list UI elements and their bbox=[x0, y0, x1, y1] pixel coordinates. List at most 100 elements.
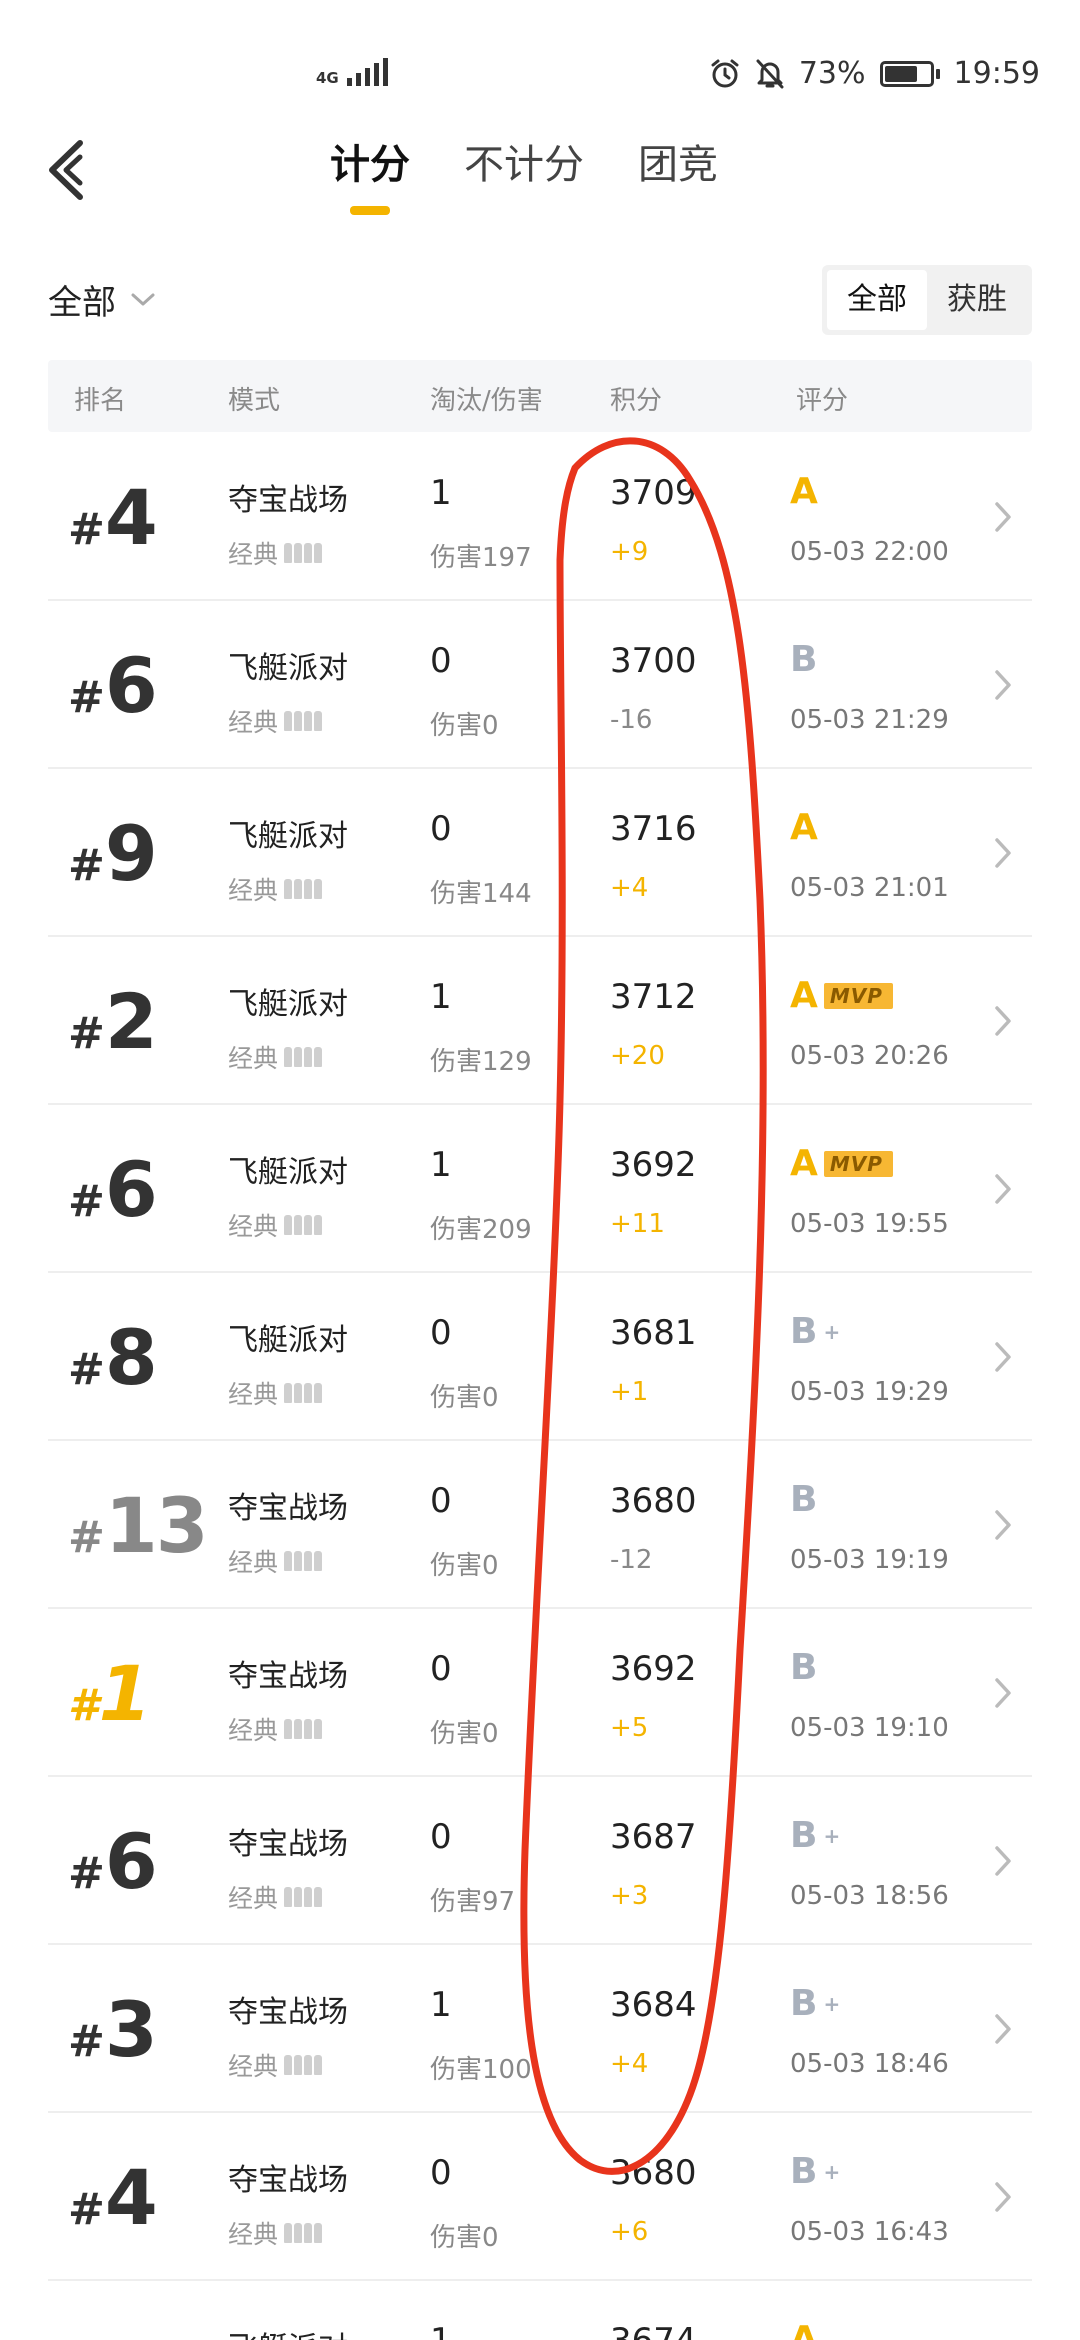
mode-tabs: 计分 不计分 团竞 bbox=[330, 133, 718, 215]
segment-win[interactable]: 获胜 bbox=[927, 270, 1027, 330]
chevron-right-icon bbox=[995, 1678, 1011, 1708]
rating-grade: B + bbox=[790, 1815, 841, 1856]
eliminations: 1 bbox=[430, 1145, 452, 1185]
mode-name: 夺宝战场 bbox=[228, 1659, 348, 1694]
score-delta: +5 bbox=[610, 1713, 649, 1743]
rank-badge: #8 bbox=[68, 1313, 158, 1402]
score: 3692 bbox=[610, 1649, 697, 1689]
eliminations: 0 bbox=[430, 1817, 452, 1857]
mode-type: 经典 bbox=[228, 1375, 323, 1411]
chevron-right-icon bbox=[995, 1174, 1011, 1204]
rank-badge: #4 bbox=[68, 473, 158, 562]
mode-name: 飞艇派对 bbox=[228, 987, 348, 1022]
match-time: 05-03 18:46 bbox=[790, 2049, 949, 2079]
chevron-right-icon bbox=[995, 670, 1011, 700]
match-row[interactable]: #1 夺宝战场 经典 0 伤害0 3692 +5 B 05-03 19:10 bbox=[48, 1609, 1032, 1777]
match-row[interactable]: #13 夺宝战场 经典 0 伤害0 3680 -12 B 05-03 19:19 bbox=[48, 1441, 1032, 1609]
col-score: 积分 bbox=[610, 386, 663, 416]
match-row[interactable]: #4 夺宝战场 经典 0 伤害0 3680 +6 B + 05-03 16:43 bbox=[48, 2113, 1032, 2281]
match-row[interactable]: #8 飞艇派对 经典 0 伤害0 3681 +1 B + 05-03 19:29 bbox=[48, 1273, 1032, 1441]
rank-badge: #3 bbox=[68, 1985, 158, 2074]
tab-ranked[interactable]: 计分 bbox=[330, 133, 410, 215]
damage: 伤害0 bbox=[430, 1551, 499, 1581]
grade-plus: + bbox=[823, 1823, 841, 1848]
mode-name: 飞艇派对 bbox=[228, 1323, 348, 1358]
battery-percent: 73% bbox=[798, 56, 866, 91]
back-arrow-icon[interactable] bbox=[40, 135, 100, 205]
mute-bell-icon bbox=[756, 59, 784, 88]
rating-grade: A MVP bbox=[790, 975, 893, 1016]
match-row[interactable]: #2 飞艇派对 经典 1 伤害129 3712 +20 A MVP 05-03 20:26 bbox=[48, 937, 1032, 1105]
score: 3709 bbox=[610, 473, 697, 513]
match-time: 05-03 21:01 bbox=[790, 873, 949, 903]
match-row[interactable]: #6 飞艇派对 经典 0 伤害0 3700 -16 B 05-03 21:29 bbox=[48, 601, 1032, 769]
match-row[interactable]: #9 飞艇派对 经典 0 伤害144 3716 +4 A 05-03 21:01 bbox=[48, 769, 1032, 937]
match-list: #4 夺宝战场 经典 1 伤害197 3709 +9 A 05-03 22:00 #6 飞艇派对 经典… bbox=[48, 433, 1032, 2340]
mode-type: 经典 bbox=[228, 1711, 323, 1747]
match-time: 05-03 19:10 bbox=[790, 1713, 949, 1743]
score: 3680 bbox=[610, 2153, 697, 2193]
eliminations: 0 bbox=[430, 1649, 452, 1689]
mode-name: 夺宝战场 bbox=[228, 2163, 348, 2198]
col-rank: 排名 bbox=[74, 386, 127, 416]
score-delta: +11 bbox=[610, 1209, 665, 1239]
squad-people-icon bbox=[284, 1215, 323, 1235]
score: 3712 bbox=[610, 977, 697, 1017]
match-row[interactable]: #6 夺宝战场 经典 0 伤害97 3687 +3 B + 05-03 18:56 bbox=[48, 1777, 1032, 1945]
status-right: 73% 19:59 bbox=[709, 56, 1040, 91]
match-row[interactable]: #3 夺宝战场 经典 1 伤害100 3684 +4 B + 05-03 18:46 bbox=[48, 1945, 1032, 2113]
clock: 19:59 bbox=[953, 56, 1040, 91]
grade-plus: + bbox=[823, 1991, 841, 2016]
tab-unranked[interactable]: 不计分 bbox=[464, 133, 584, 197]
damage: 伤害144 bbox=[430, 879, 532, 909]
col-elim: 淘汰/伤害 bbox=[430, 386, 543, 416]
match-row[interactable]: #6 飞艇派对 经典 1 伤害209 3692 +11 A MVP 05-03 19:55 bbox=[48, 1105, 1032, 1273]
rating-grade: B bbox=[790, 639, 818, 680]
rank-badge: #1 bbox=[68, 1649, 152, 1738]
battery-icon bbox=[879, 60, 940, 87]
mode-type: 经典 bbox=[228, 535, 323, 571]
squad-people-icon bbox=[284, 1887, 323, 1907]
grade-plus: + bbox=[823, 1319, 841, 1344]
eliminations: 1 bbox=[430, 473, 452, 513]
score-delta: +4 bbox=[610, 2049, 649, 2079]
damage: 伤害197 bbox=[430, 543, 532, 573]
damage: 伤害209 bbox=[430, 1215, 532, 1245]
score-delta: +4 bbox=[610, 873, 649, 903]
chevron-right-icon bbox=[995, 1342, 1011, 1372]
rating-grade: A bbox=[790, 471, 818, 512]
squad-people-icon bbox=[284, 1551, 323, 1571]
segment-all[interactable]: 全部 bbox=[827, 270, 927, 330]
network-type: 4G bbox=[316, 69, 339, 87]
chevron-right-icon bbox=[995, 838, 1011, 868]
mode-name: 飞艇派对 bbox=[228, 651, 348, 686]
grade-plus: + bbox=[823, 2159, 841, 2184]
rank-badge: #4 bbox=[68, 2153, 158, 2242]
eliminations: 0 bbox=[430, 809, 452, 849]
mode-name: 飞艇派对 bbox=[228, 2323, 348, 2340]
match-row[interactable]: 飞艇派对 1 3674 A bbox=[48, 2281, 1032, 2340]
match-time: 05-03 16:43 bbox=[790, 2217, 949, 2247]
col-rating: 评分 bbox=[796, 386, 849, 416]
mode-type: 经典 bbox=[228, 1207, 323, 1243]
score: 3681 bbox=[610, 1313, 697, 1353]
match-time: 05-03 19:19 bbox=[790, 1545, 949, 1575]
match-row[interactable]: #4 夺宝战场 经典 1 伤害197 3709 +9 A 05-03 22:00 bbox=[48, 433, 1032, 601]
score: 3687 bbox=[610, 1817, 697, 1857]
match-time: 05-03 18:56 bbox=[790, 1881, 949, 1911]
top-tab-header: 计分 不计分 团竞 bbox=[0, 115, 1080, 225]
result-filter-segment: 全部 获胜 bbox=[822, 265, 1032, 335]
mode-name: 飞艇派对 bbox=[228, 1155, 348, 1190]
damage: 伤害0 bbox=[430, 2223, 499, 2253]
mode-type: 经典 bbox=[228, 703, 323, 739]
eliminations: 1 bbox=[430, 977, 452, 1017]
score: 3700 bbox=[610, 641, 697, 681]
alarm-icon bbox=[711, 59, 739, 87]
mode-filter-dropdown[interactable]: 全部 bbox=[48, 275, 156, 324]
score-delta: -12 bbox=[610, 1545, 653, 1575]
chevron-down-icon bbox=[131, 293, 155, 305]
mode-name: 夺宝战场 bbox=[228, 1827, 348, 1862]
tab-team[interactable]: 团竞 bbox=[638, 133, 718, 197]
rating-grade: B + bbox=[790, 1983, 841, 2024]
mode-name: 夺宝战场 bbox=[228, 1995, 348, 2030]
